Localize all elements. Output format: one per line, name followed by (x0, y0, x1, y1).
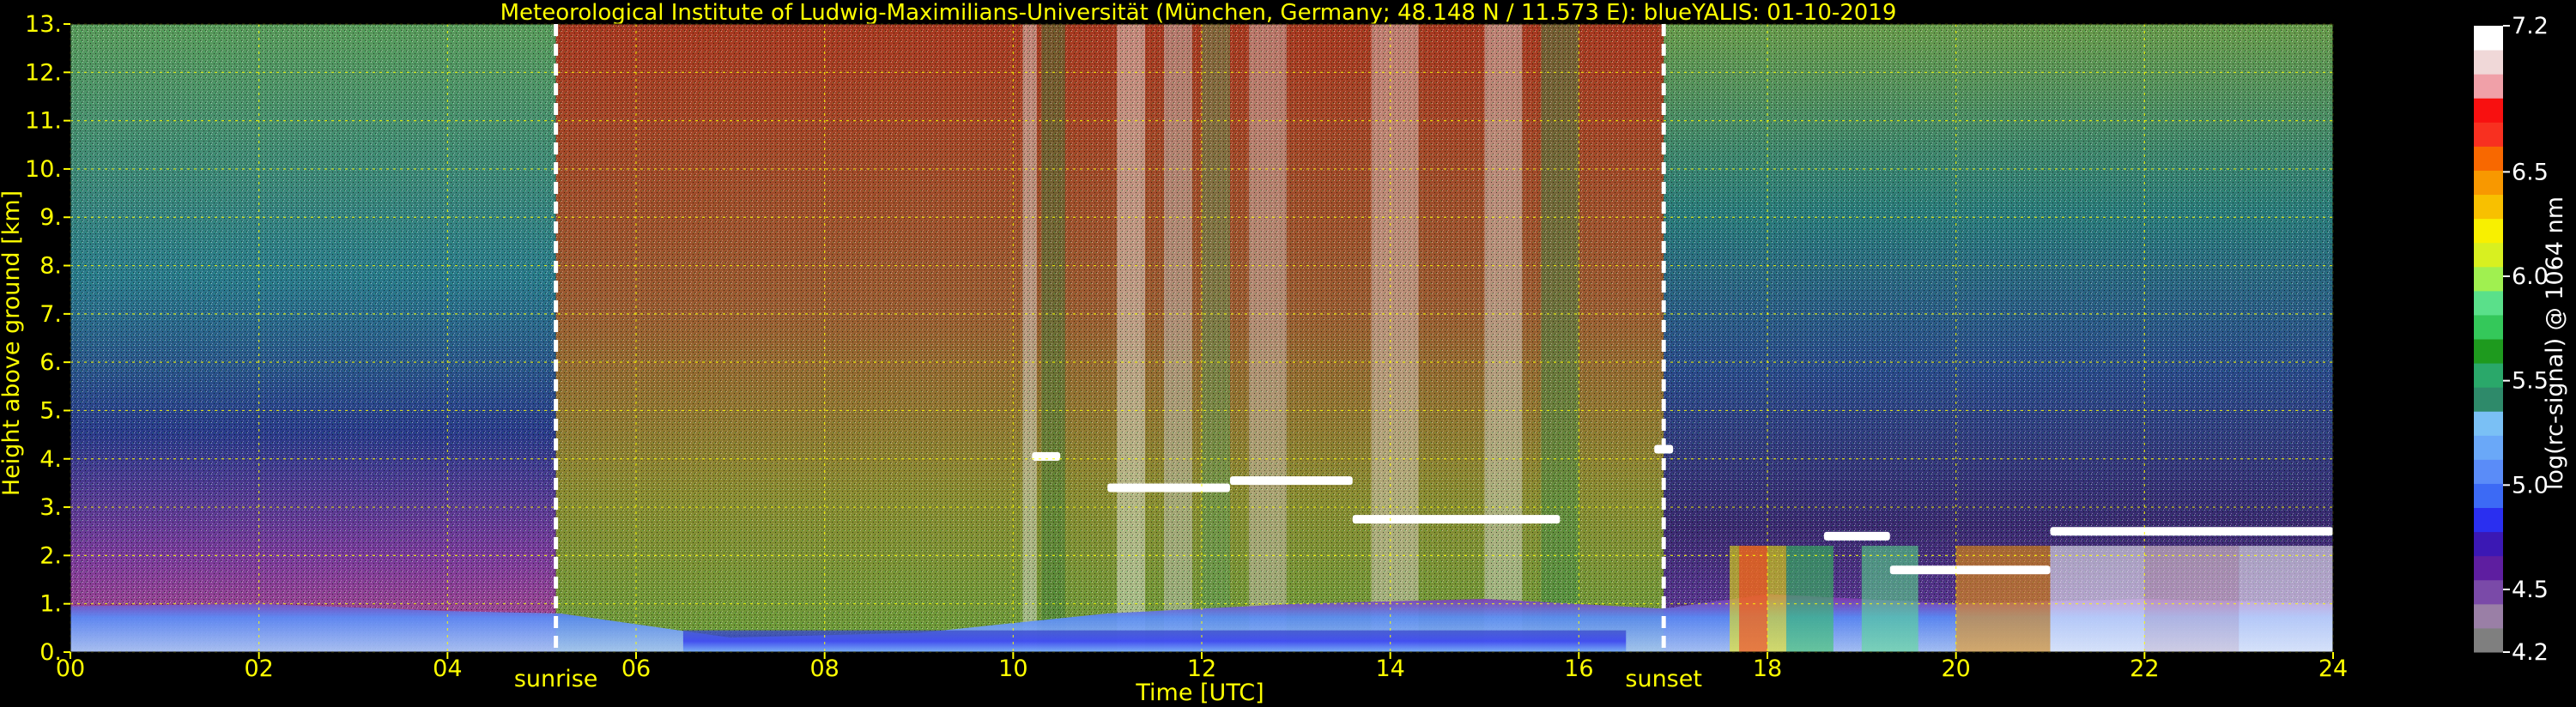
cloud-layer (1889, 565, 2051, 575)
colorbar-tick-label: 4.5 (2512, 577, 2549, 603)
colorbar-segment (2474, 74, 2503, 99)
y-tick-label: 8. (39, 253, 62, 280)
y-tick-label: 6. (39, 349, 62, 376)
cloud-layer (2050, 527, 2333, 536)
colorbar-segment (2474, 459, 2503, 484)
colorbar-segment (2474, 531, 2503, 557)
x-tick-label: 22 (2130, 656, 2159, 682)
colorbar-segment (2474, 194, 2503, 220)
colorbar-segment (2474, 50, 2503, 75)
y-tick-label: 2. (39, 542, 62, 569)
x-tick-label: 16 (1564, 656, 1593, 682)
colorbar-segment (2474, 603, 2503, 629)
colorbar-segment (2474, 555, 2503, 581)
marker-label-sunset: sunset (1625, 666, 1702, 692)
marker-label-sunrise: sunrise (514, 666, 598, 692)
colorbar-segment (2474, 314, 2503, 340)
x-tick-label: 14 (1375, 656, 1404, 682)
y-tick-label: 7. (39, 301, 62, 328)
colorbar-segment (2474, 627, 2503, 653)
x-tick-label: 02 (244, 656, 273, 682)
cloud-layer (1229, 476, 1353, 486)
x-tick-label: 06 (621, 656, 651, 682)
x-tick-label: 08 (809, 656, 839, 682)
y-tick-label: 9. (39, 204, 62, 231)
colorbar-segment (2474, 98, 2503, 123)
colorbar-segment (2474, 483, 2503, 509)
colorbar-tick-label: 4.2 (2512, 639, 2549, 666)
y-tick-label: 12. (25, 59, 62, 86)
plot-area: sunrise sunset (70, 23, 2334, 692)
evening-signal (2050, 546, 2145, 652)
y-tick-label: 11. (25, 108, 62, 135)
colorbar-segment (2474, 122, 2503, 147)
y-tick-label: 13. (25, 11, 62, 38)
cloud-layer (1823, 531, 1890, 541)
x-tick-label: 18 (1753, 656, 1782, 682)
evening-signal (1955, 546, 2051, 652)
x-axis-label: Time [UTC] (1135, 680, 1264, 706)
colorbar-segment (2474, 339, 2503, 364)
x-axis-ticks: 00 02 04 06 08 10 12 14 16 18 20 22 24 (56, 652, 2348, 682)
colorbar-segment (2474, 411, 2503, 436)
evening-signal (1861, 546, 1918, 652)
colorbar-tick-label: 6.5 (2512, 159, 2549, 185)
x-tick-label: 12 (1187, 656, 1216, 682)
evening-signal (2144, 546, 2240, 652)
lidar-quicklook-chart: Meteorological Institute of Ludwig-Maxim… (0, 0, 2568, 706)
y-tick-label: 10. (25, 156, 62, 183)
y-tick-label: 5. (39, 397, 62, 424)
y-tick-label: 4. (39, 446, 62, 473)
y-tick-label: 1. (39, 591, 62, 618)
colorbar-segment (2474, 170, 2503, 196)
colorbar-segment (2474, 146, 2503, 171)
cloud-layer (1107, 483, 1230, 492)
colorbar-segment (2474, 363, 2503, 388)
evening-signal (1785, 546, 1834, 652)
colorbar-segment (2474, 242, 2503, 268)
colorbar-segment (2474, 266, 2503, 292)
cloud-layer (1032, 451, 1061, 461)
colorbar-segment (2474, 579, 2503, 605)
evening-signal (1739, 546, 1767, 652)
x-tick-label: 04 (433, 656, 462, 682)
colorbar-label: log(rc-signal) @ 1064 nm (2542, 196, 2568, 490)
colorbar-segment (2474, 507, 2503, 533)
cloud-layer (1352, 515, 1561, 524)
colorbar: 4.24.55.05.56.06.57.2 (2474, 13, 2549, 666)
colorbar-segment (2474, 387, 2503, 412)
colorbar-segment (2474, 435, 2503, 460)
evening-signal (2239, 546, 2333, 652)
colorbar-segment (2474, 290, 2503, 316)
x-tick-label: 24 (2318, 656, 2348, 682)
y-tick-label: 3. (39, 494, 62, 521)
y-axis-ticks: 0.1.2.3.4.5.6.7.8.9.10.11.12.13. (25, 11, 70, 666)
x-tick-label: 10 (998, 656, 1027, 682)
colorbar-segment (2474, 218, 2503, 244)
x-tick-label: 00 (56, 656, 85, 682)
chart-title: Meteorological Institute of Ludwig-Maxim… (500, 0, 1897, 26)
x-tick-label: 20 (1941, 656, 1970, 682)
colorbar-tick-label: 7.2 (2512, 13, 2549, 39)
y-axis-label: Height above ground [km] (0, 190, 25, 496)
colorbar-segment (2474, 26, 2503, 51)
